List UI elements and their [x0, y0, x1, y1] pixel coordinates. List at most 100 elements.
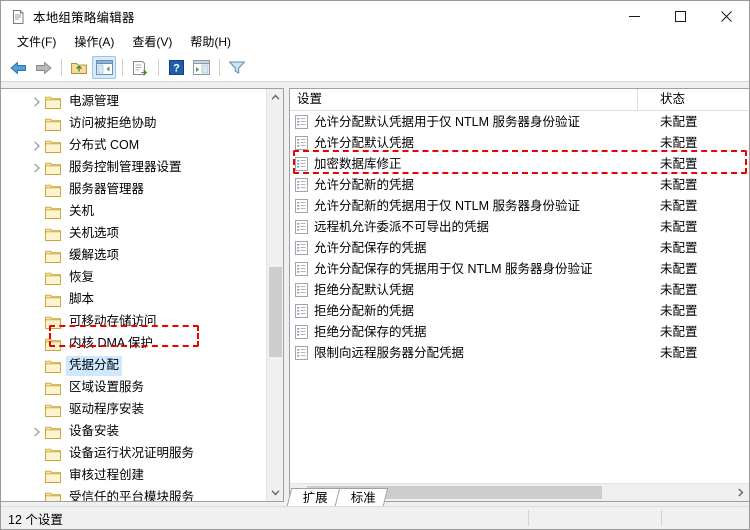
folder-icon: [45, 117, 61, 131]
tree-node[interactable]: 受信任的平台模块服务: [1, 487, 266, 501]
tree-node[interactable]: 服务控制管理器设置: [1, 157, 266, 179]
tree-node-label: 服务器管理器: [69, 182, 145, 196]
up-folder-icon[interactable]: [67, 56, 91, 79]
tree-node-label: 关机: [69, 204, 95, 218]
list-item[interactable]: 允许分配保存的凭据用于仅 NTLM 服务器身份验证 未配置: [290, 258, 749, 279]
back-icon[interactable]: [6, 56, 30, 79]
minimize-button[interactable]: [611, 1, 657, 32]
help-icon[interactable]: ?: [164, 56, 188, 79]
tree-node-label: 内核 DMA 保护: [69, 336, 154, 350]
tree-node[interactable]: 审核过程创建: [1, 465, 266, 487]
list-item[interactable]: 拒绝分配保存的凭据 未配置: [290, 321, 749, 342]
chevron-right-icon[interactable]: [31, 91, 43, 113]
setting-name: 允许分配默认凭据用于仅 NTLM 服务器身份验证: [314, 114, 580, 129]
tree-vertical-scrollbar[interactable]: [266, 89, 283, 501]
folder-icon: [45, 293, 61, 307]
column-state[interactable]: 状态: [638, 89, 728, 110]
tree-node[interactable]: 关机: [1, 201, 266, 223]
list-item[interactable]: 拒绝分配默认凭据 未配置: [290, 279, 749, 300]
tree-node-label: 分布式 COM: [69, 138, 140, 152]
tree-node[interactable]: 电源管理: [1, 91, 266, 113]
status-bar: 12 个设置: [1, 506, 749, 529]
tree-node[interactable]: 关机选项: [1, 223, 266, 245]
list-item[interactable]: 限制向远程服务器分配凭据 未配置: [290, 342, 749, 363]
tree-node-label: 访问被拒绝协助: [69, 116, 157, 130]
tree-node[interactable]: 缓解选项: [1, 245, 266, 267]
tree-node-label: 脚本: [69, 292, 95, 306]
settings-list[interactable]: 允许分配默认凭据用于仅 NTLM 服务器身份验证 未配置 允许分配默认凭据 未配置 加密…: [290, 111, 749, 483]
chevron-right-icon[interactable]: [31, 421, 43, 443]
tab-standard[interactable]: 标准: [334, 488, 389, 506]
list-item[interactable]: 允许分配默认凭据用于仅 NTLM 服务器身份验证 未配置: [290, 111, 749, 132]
setting-name: 允许分配默认凭据: [314, 135, 415, 150]
tree-node[interactable]: 设备安装: [1, 421, 266, 443]
scroll-up-icon[interactable]: [267, 89, 283, 106]
tree-node-label: 恢复: [69, 270, 95, 284]
tree-node[interactable]: 分布式 COM: [1, 135, 266, 157]
menu-action[interactable]: 操作(A): [65, 33, 123, 53]
menu-file[interactable]: 文件(F): [8, 33, 65, 53]
tree-scroll-thumb[interactable]: [269, 267, 282, 357]
chevron-right-icon[interactable]: [31, 157, 43, 179]
content-area: 电源管理访问被拒绝协助 分布式 COM 服务控制管理器设置服务器管理器 关机关机选项缓…: [1, 82, 749, 506]
console-tree[interactable]: 电源管理访问被拒绝协助 分布式 COM 服务控制管理器设置服务器管理器 关机关机选项缓…: [1, 89, 266, 501]
setting-status: 未配置: [660, 324, 698, 339]
close-button[interactable]: [703, 1, 749, 32]
list-item[interactable]: 允许分配新的凭据 未配置: [290, 174, 749, 195]
list-item[interactable]: 允许分配默认凭据 未配置: [290, 132, 749, 153]
filter-icon[interactable]: [225, 56, 249, 79]
tree-node[interactable]: 访问被拒绝协助: [1, 113, 266, 135]
list-item[interactable]: 加密数据库修正 未配置: [290, 153, 749, 174]
show-hide-tree-icon[interactable]: [92, 56, 116, 79]
tree-node[interactable]: 凭据分配: [1, 355, 266, 377]
folder-icon: [45, 249, 61, 263]
list-item[interactable]: 远程机允许委派不可导出的凭据 未配置: [290, 216, 749, 237]
settings-list-pane: 设置 状态 允许分配默认凭据用于仅 NTLM 服务器身份验证 未配置 允许分配默认凭…: [289, 88, 749, 502]
folder-icon: [45, 315, 61, 329]
status-text: 12 个设置: [8, 512, 63, 527]
setting-name: 远程机允许委派不可导出的凭据: [314, 219, 490, 234]
folder-icon: [45, 95, 61, 109]
tree-node-label: 可移动存储访问: [69, 314, 157, 328]
folder-icon: [45, 205, 61, 219]
tree-node[interactable]: 设备运行状况证明服务: [1, 443, 266, 465]
setting-status: 未配置: [660, 198, 698, 213]
tree-node-label: 受信任的平台模块服务: [69, 490, 195, 501]
menu-view[interactable]: 查看(V): [123, 33, 181, 53]
list-item[interactable]: 拒绝分配新的凭据 未配置: [290, 300, 749, 321]
toolbar-separator: [61, 59, 62, 76]
folder-icon: [45, 271, 61, 285]
list-item[interactable]: 允许分配保存的凭据 未配置: [290, 237, 749, 258]
folder-icon: [45, 403, 61, 417]
forward-icon[interactable]: [31, 56, 55, 79]
policy-setting-icon: [295, 177, 308, 192]
column-setting[interactable]: 设置: [290, 89, 638, 110]
console-tree-pane: 电源管理访问被拒绝协助 分布式 COM 服务控制管理器设置服务器管理器 关机关机选项缓…: [1, 88, 284, 502]
tree-node[interactable]: 驱动程序安装: [1, 399, 266, 421]
setting-status: 未配置: [660, 240, 698, 255]
menu-help[interactable]: 帮助(H): [181, 33, 240, 53]
chevron-right-icon[interactable]: [31, 135, 43, 157]
setting-name: 拒绝分配新的凭据: [314, 303, 415, 318]
tree-node[interactable]: 内核 DMA 保护: [1, 333, 266, 355]
tree-node[interactable]: 服务器管理器: [1, 179, 266, 201]
show-pane-icon[interactable]: [189, 56, 213, 79]
tree-node-label: 缓解选项: [69, 248, 120, 262]
tree-node[interactable]: 可移动存储访问: [1, 311, 266, 333]
setting-status: 未配置: [660, 261, 698, 276]
folder-icon: [45, 227, 61, 241]
maximize-button[interactable]: [657, 1, 703, 32]
export-list-icon[interactable]: [128, 56, 152, 79]
scroll-down-icon[interactable]: [267, 484, 283, 501]
list-item[interactable]: 允许分配新的凭据用于仅 NTLM 服务器身份验证 未配置: [290, 195, 749, 216]
tree-node-label: 凭据分配: [65, 356, 123, 376]
setting-status: 未配置: [660, 345, 698, 360]
tree-node[interactable]: 脚本: [1, 289, 266, 311]
policy-setting-icon: [295, 282, 308, 297]
policy-setting-icon: [295, 156, 308, 171]
tree-node[interactable]: 区域设置服务: [1, 377, 266, 399]
tab-extended[interactable]: 扩展: [286, 488, 341, 506]
tree-node[interactable]: 恢复: [1, 267, 266, 289]
setting-name: 加密数据库修正: [314, 156, 402, 171]
scroll-right-icon[interactable]: [732, 484, 749, 501]
